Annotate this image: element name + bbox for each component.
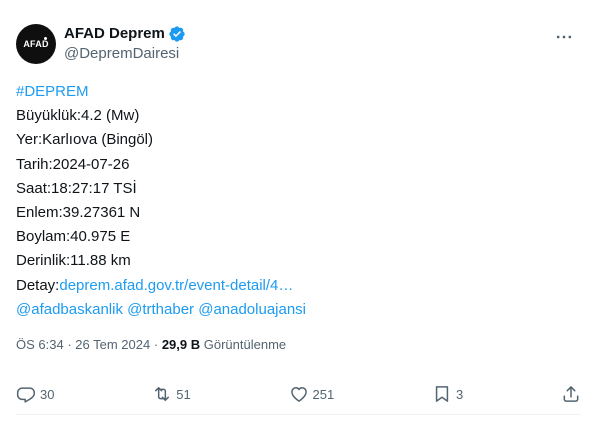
hashtag-link[interactable]: #DEPREM — [16, 83, 89, 100]
retweet-icon — [155, 387, 170, 401]
author-names: AFAD Deprem @DepremDairesi — [64, 24, 186, 64]
account-handle[interactable]: @DepremDairesi — [64, 44, 186, 64]
tweet-date[interactable]: 26 Tem 2024 — [75, 337, 150, 352]
bookmark-icon — [435, 386, 449, 402]
detail-label: Detay: — [16, 276, 60, 294]
detail-link[interactable]: deprem.afad.gov.tr/event-detail/4… — [59, 277, 293, 294]
divider — [16, 414, 581, 415]
tweet-line: Enlem:39.27361 N — [16, 204, 141, 222]
tweet-line: Saat:18:27:17 TSİ — [16, 179, 137, 197]
more-button[interactable] — [547, 20, 581, 54]
tweet-card: AFAD AFAD Deprem @DepremDairesi #DEPREM … — [0, 0, 597, 421]
tweet-header: AFAD AFAD Deprem @DepremDairesi — [16, 20, 581, 68]
meta-separator: · — [153, 337, 159, 352]
display-name[interactable]: AFAD Deprem — [64, 24, 165, 44]
avatar[interactable]: AFAD — [16, 24, 56, 64]
meta-separator: · — [67, 337, 72, 352]
bookmark-button[interactable]: 3 — [432, 384, 463, 404]
retweet-count: 51 — [176, 386, 191, 402]
like-count: 251 — [312, 386, 335, 402]
tweet-actions: 30 51 251 3 — [16, 380, 581, 408]
avatar-logo-dot — [44, 37, 47, 40]
like-button[interactable]: 251 — [289, 384, 335, 404]
retweet-button[interactable]: 51 — [152, 384, 191, 404]
reply-button[interactable]: 30 — [16, 384, 54, 404]
tweet-line: Derinlik:11.88 km — [16, 252, 131, 270]
detail-line: Detay:deprem.afad.gov.tr/event-detail/4… — [16, 274, 581, 298]
tweet-line: Tarih:2024-07-26 — [16, 155, 130, 173]
verified-badge-icon — [168, 25, 186, 43]
bookmark-count: 3 — [455, 386, 464, 402]
tweet-time[interactable]: ÖS 6:34 — [16, 337, 64, 352]
heart-icon — [290, 387, 307, 402]
share-button[interactable] — [561, 384, 581, 404]
tweet-line: Yer:Karlıova (Bingöl) — [16, 131, 154, 149]
view-count: 29,9 B — [161, 337, 201, 352]
reply-count: 30 — [40, 386, 55, 402]
tweet-line: Büyüklük:4.2 (Mw) — [16, 107, 140, 125]
tweet-meta: ÖS 6:34 · 26 Tem 2024 · 29,9 B Görüntüle… — [16, 336, 286, 354]
mentions-links[interactable]: @afadbaskanlik @trthaber @anadoluajansi — [16, 301, 306, 318]
share-icon — [563, 386, 579, 402]
more-icon — [556, 35, 572, 39]
view-label: Görüntülenme — [203, 337, 287, 352]
display-name-row: AFAD Deprem — [64, 24, 186, 44]
tweet-line: Boylam:40.975 E — [16, 228, 131, 246]
avatar-logo-text: AFAD — [23, 39, 49, 49]
reply-icon — [16, 387, 36, 403]
tweet-text: #DEPREM Büyüklük:4.2 (Mw) Yer:Karlıova (… — [16, 80, 581, 322]
